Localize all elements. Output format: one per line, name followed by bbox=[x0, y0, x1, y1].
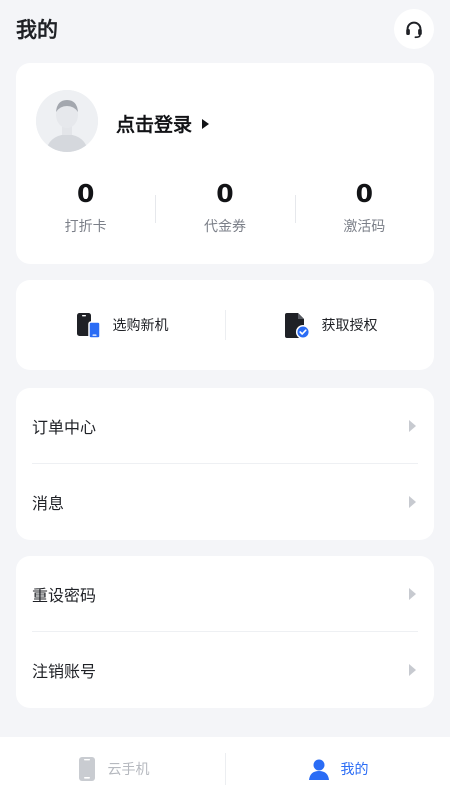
login-label: 点击登录 bbox=[116, 114, 193, 136]
stat-voucher[interactable]: 0 代金券 bbox=[155, 177, 294, 247]
chevron-right-icon bbox=[409, 664, 416, 676]
tab-label: 我的 bbox=[340, 761, 369, 778]
bottom-tab-bar: 云手机 我的 bbox=[0, 737, 450, 800]
tab-mine[interactable]: 我的 bbox=[225, 737, 450, 800]
quick-actions-card: 选购新机 获取授权 bbox=[16, 280, 434, 370]
chevron-right-icon bbox=[409, 419, 416, 432]
menu-label: 重设密码 bbox=[32, 585, 97, 605]
phone-icon bbox=[78, 756, 95, 781]
stat-discount-card[interactable]: 0 打折卡 bbox=[16, 177, 155, 247]
menu-group-account: 重设密码 注销账号 bbox=[16, 556, 434, 708]
stat-label: 打折卡 bbox=[64, 219, 107, 235]
caret-right-icon bbox=[202, 118, 210, 129]
menu-item-reset-password[interactable]: 重设密码 bbox=[32, 556, 418, 632]
profile-card: 点击登录 0 打折卡 0 代金券 0 激活码 bbox=[16, 63, 434, 264]
page-title: 我的 bbox=[16, 18, 58, 42]
menu-item-delete-account[interactable]: 注销账号 bbox=[32, 632, 418, 708]
menu-item-messages[interactable]: 消息 bbox=[32, 464, 418, 540]
menu-label: 订单中心 bbox=[32, 417, 97, 437]
document-check-icon bbox=[284, 313, 310, 340]
phone-devices-icon bbox=[76, 313, 101, 339]
action-label: 选购新机 bbox=[112, 318, 169, 334]
stats-row: 0 打折卡 0 代金券 0 激活码 bbox=[16, 177, 434, 247]
stat-label: 激活码 bbox=[343, 219, 386, 235]
customer-service-button[interactable] bbox=[394, 9, 434, 49]
menu-item-order-center[interactable]: 订单中心 bbox=[32, 388, 418, 464]
stat-value: 0 bbox=[76, 179, 95, 208]
menu-label: 消息 bbox=[32, 494, 65, 513]
login-link[interactable]: 点击登录 bbox=[116, 110, 210, 137]
stat-value: 0 bbox=[355, 179, 374, 208]
tab-label: 云手机 bbox=[107, 761, 150, 778]
user-icon bbox=[308, 759, 329, 780]
stat-label: 代金券 bbox=[203, 219, 246, 235]
get-authorization-button[interactable]: 获取授权 bbox=[225, 280, 434, 370]
stat-activation-code[interactable]: 0 激活码 bbox=[294, 177, 434, 247]
stat-value: 0 bbox=[216, 179, 234, 208]
header: 我的 bbox=[0, 0, 450, 60]
buy-new-device-button[interactable]: 选购新机 bbox=[16, 280, 225, 370]
chevron-right-icon bbox=[409, 587, 416, 600]
default-avatar-icon bbox=[36, 90, 98, 152]
menu-group-orders: 订单中心 消息 bbox=[16, 388, 434, 540]
tab-cloud-phone[interactable]: 云手机 bbox=[0, 737, 225, 800]
menu-label: 注销账号 bbox=[32, 662, 97, 681]
action-label: 获取授权 bbox=[321, 318, 378, 334]
headset-icon bbox=[406, 21, 422, 39]
chevron-right-icon bbox=[409, 496, 416, 508]
avatar[interactable] bbox=[36, 90, 98, 152]
